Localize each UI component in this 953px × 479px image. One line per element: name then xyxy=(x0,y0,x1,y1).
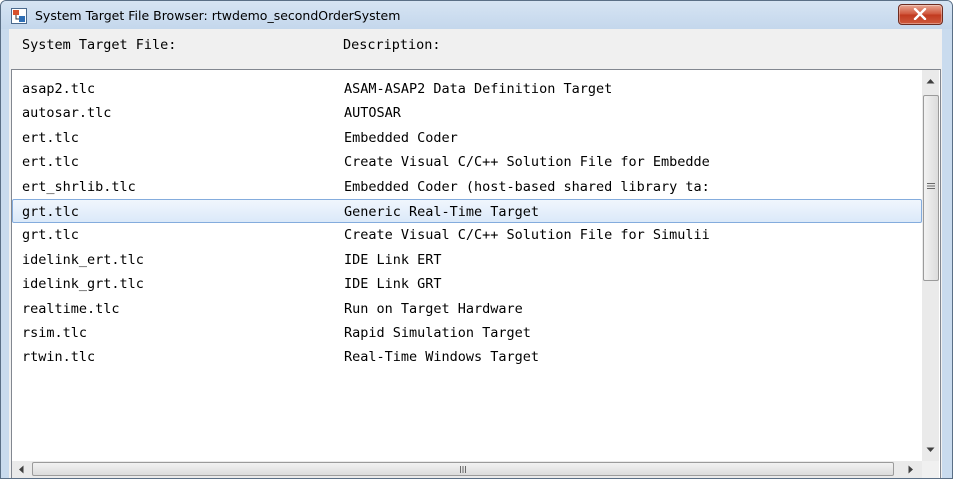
description-column-header: Description: xyxy=(343,37,441,53)
file-name-cell: rtwin.tlc xyxy=(22,349,96,366)
title-bar[interactable]: System Target File Browser: rtwdemo_seco… xyxy=(1,1,952,29)
list-row[interactable]: idelink_ert.tlc IDE Link ERT xyxy=(12,248,922,272)
dialog-body: System Target File: Description: asap2.t… xyxy=(9,29,942,478)
horizontal-scrollbar[interactable] xyxy=(12,461,922,478)
close-icon xyxy=(913,8,927,20)
list-row[interactable]: realtime.tlc Run on Target Hardware xyxy=(12,297,922,321)
scroll-grip-icon xyxy=(927,183,935,189)
description-cell: AUTOSAR xyxy=(344,105,401,122)
target-file-list[interactable]: asap2.tlc ASAM-ASAP2 Data Definition Targ… xyxy=(11,69,941,478)
file-name-cell: idelink_grt.tlc xyxy=(22,276,144,293)
file-name-cell: rsim.tlc xyxy=(22,325,88,341)
file-name-cell: grt.tlc xyxy=(22,227,79,244)
file-name-cell: realtime.tlc xyxy=(22,300,120,317)
list-row[interactable]: rsim.tlc Rapid Simulation Target xyxy=(12,321,922,345)
list-row-selected[interactable]: grt.tlc Generic Real-Time Target xyxy=(12,199,922,223)
arrow-down-icon[interactable] xyxy=(926,447,935,453)
description-cell: Embedded Coder xyxy=(344,129,458,146)
file-name-cell: ert.tlc xyxy=(22,129,79,146)
scroll-grip-icon xyxy=(460,466,466,473)
arrow-right-icon[interactable] xyxy=(908,465,914,474)
file-name-cell: ert_shrlib.tlc xyxy=(22,178,136,195)
file-name-cell: asap2.tlc xyxy=(22,81,96,97)
list-row[interactable]: ert_shrlib.tlc Embedded Coder (host-based… xyxy=(12,175,922,199)
list-row[interactable]: idelink_grt.tlc IDE Link GRT xyxy=(12,272,922,296)
list-row[interactable]: ert.tlc Embedded Coder xyxy=(12,126,922,150)
list-row[interactable]: asap2.tlc ASAM-ASAP2 Data Definition Targ… xyxy=(12,77,922,101)
file-column-header: System Target File: xyxy=(22,37,177,53)
description-cell: IDE Link GRT xyxy=(344,276,442,293)
description-cell: Run on Target Hardware xyxy=(344,300,523,317)
list-row[interactable]: grt.tlc Create Visual C/C++ Solution File… xyxy=(12,223,922,247)
simulink-app-icon xyxy=(11,8,27,24)
vertical-scroll-thumb[interactable] xyxy=(923,95,939,281)
column-headers: System Target File: Description: xyxy=(9,29,942,63)
list-row[interactable]: ert.tlc Create Visual C/C++ Solution File… xyxy=(12,150,922,174)
window-title: System Target File Browser: rtwdemo_seco… xyxy=(35,8,401,23)
arrow-left-icon[interactable] xyxy=(18,465,24,474)
file-name-cell: autosar.tlc xyxy=(22,105,112,122)
file-name-cell: ert.tlc xyxy=(22,154,79,171)
description-cell: IDE Link ERT xyxy=(344,251,442,268)
scrollbar-corner xyxy=(922,461,939,478)
description-cell: Create Visual C/C++ Solution File for Si… xyxy=(344,227,710,244)
description-cell: Generic Real-Time Target xyxy=(344,204,540,220)
description-cell: Embedded Coder (host-based shared librar… xyxy=(344,178,710,195)
list-rows: asap2.tlc ASAM-ASAP2 Data Definition Targ… xyxy=(12,70,922,461)
list-row[interactable]: autosar.tlc AUTOSAR xyxy=(12,101,922,125)
vertical-scrollbar[interactable] xyxy=(922,70,939,461)
description-cell: Create Visual C/C++ Solution File for Em… xyxy=(344,154,710,171)
list-row[interactable]: rtwin.tlc Real-Time Windows Target xyxy=(12,345,922,369)
file-name-cell: grt.tlc xyxy=(22,204,79,220)
description-cell: ASAM-ASAP2 Data Definition Target xyxy=(344,81,613,97)
arrow-up-icon[interactable] xyxy=(926,78,935,84)
horizontal-scroll-thumb[interactable] xyxy=(32,462,894,476)
dialog-window: System Target File Browser: rtwdemo_seco… xyxy=(0,0,953,479)
description-cell: Real-Time Windows Target xyxy=(344,349,540,366)
description-cell: Rapid Simulation Target xyxy=(344,325,531,341)
close-button[interactable] xyxy=(898,4,943,25)
file-name-cell: idelink_ert.tlc xyxy=(22,251,144,268)
